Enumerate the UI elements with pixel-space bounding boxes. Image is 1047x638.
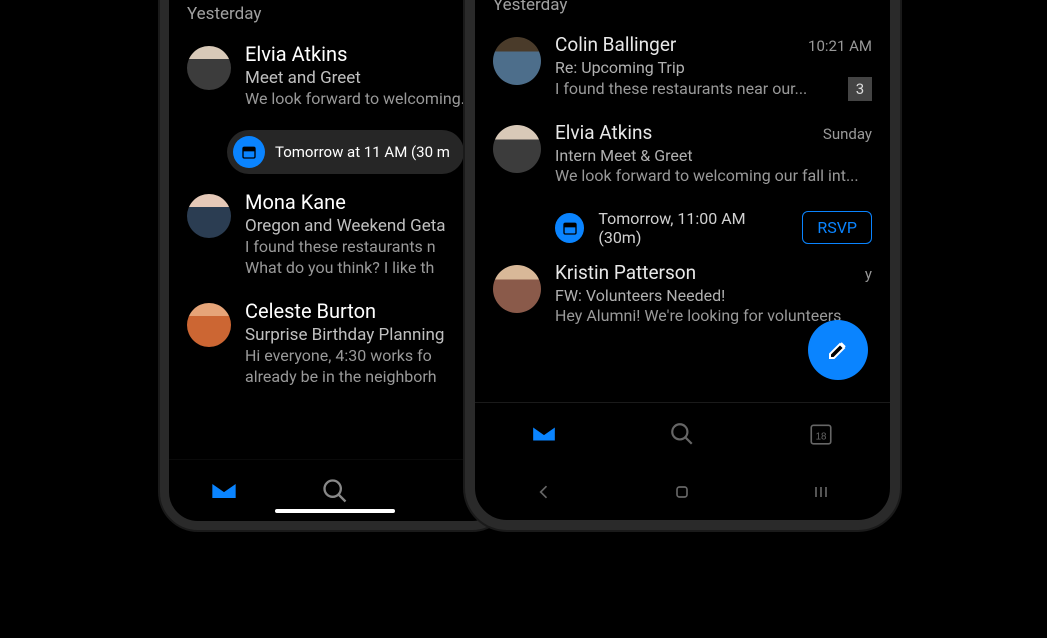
mail-content: Colin Ballinger 10:21 AM Re: Upcoming Tr… <box>555 33 872 101</box>
tab-bar: 18 <box>475 402 890 464</box>
sender-name: Mona Kane <box>245 190 346 214</box>
mail-subject: Meet and Greet <box>245 68 483 88</box>
home-indicator[interactable] <box>275 509 395 513</box>
section-header: Yesterday <box>475 0 890 25</box>
mail-preview: We look forward to welcoming… <box>245 88 483 110</box>
home-button[interactable] <box>662 472 702 512</box>
phone-ios: Yesterday Elvia Atkins Meet and Greet We… <box>160 0 510 530</box>
back-button[interactable] <box>524 472 564 512</box>
tab-search[interactable] <box>315 471 355 511</box>
mail-preview: We look forward to welcoming our fall in… <box>555 165 872 187</box>
mail-preview: What do you think? I like th <box>245 257 483 279</box>
unread-badge: 3 <box>848 77 872 101</box>
mail-subject: Oregon and Weekend Geta <box>245 216 483 236</box>
rsvp-time: Tomorrow at 11 AM (30 m <box>275 143 450 161</box>
sender-name: Elvia Atkins <box>245 42 347 66</box>
mail-preview: I found these restaurants n <box>245 236 483 258</box>
tab-search[interactable] <box>662 414 702 454</box>
avatar <box>493 37 541 85</box>
sender-name: Colin Ballinger <box>555 33 676 56</box>
avatar <box>187 303 231 347</box>
mail-time: y <box>865 265 872 283</box>
mail-content: Mona Kane Oregon and Weekend Geta I foun… <box>245 190 483 279</box>
mail-time: Sunday <box>823 125 872 143</box>
sender-name: Kristin Patterson <box>555 261 696 284</box>
rsvp-chip[interactable]: Tomorrow at 11 AM (30 m <box>227 130 464 174</box>
mail-content: Kristin Patterson y FW: Volunteers Neede… <box>555 261 872 327</box>
svg-text:18: 18 <box>815 431 826 442</box>
mail-subject: Re: Upcoming Trip <box>555 58 872 77</box>
mail-subject: Surprise Birthday Planning <box>245 325 483 345</box>
inbox-list: Yesterday Elvia Atkins Meet and Greet We… <box>169 4 501 459</box>
mail-preview: already be in the neighborh <box>245 366 483 388</box>
rsvp-time: Tomorrow, 11:00 AM (30m) <box>598 209 788 247</box>
android-nav-bar <box>475 464 890 520</box>
mail-item[interactable]: Celeste Burton Surprise Birthday Plannin… <box>169 291 501 400</box>
section-header: Yesterday <box>169 4 501 34</box>
compose-button[interactable] <box>808 320 868 380</box>
mail-item[interactable]: Elvia Atkins Sunday Intern Meet & Greet … <box>475 113 890 199</box>
calendar-icon <box>233 136 265 168</box>
calendar-icon <box>555 213 584 243</box>
avatar <box>187 194 231 238</box>
sender-name: Celeste Burton <box>245 299 376 323</box>
mail-preview: Hi everyone, 4:30 works fo <box>245 345 483 367</box>
mail-content: Elvia Atkins Meet and Greet We look forw… <box>245 42 483 110</box>
avatar <box>493 125 541 173</box>
mail-time: 10:21 AM <box>808 37 872 55</box>
avatar <box>187 46 231 90</box>
rsvp-button[interactable]: RSVP <box>802 211 872 244</box>
rsvp-row: Tomorrow, 11:00 AM (30m) RSVP <box>555 209 872 247</box>
mail-item[interactable]: Colin Ballinger 10:21 AM Re: Upcoming Tr… <box>475 25 890 113</box>
mail-item[interactable]: Mona Kane Oregon and Weekend Geta I foun… <box>169 182 501 291</box>
mail-preview: I found these restaurants near our... <box>555 78 807 100</box>
mail-subject: FW: Volunteers Needed! <box>555 286 872 305</box>
mail-content: Elvia Atkins Sunday Intern Meet & Greet … <box>555 121 872 187</box>
mail-item[interactable]: Elvia Atkins Meet and Greet We look forw… <box>169 34 501 122</box>
tab-mail[interactable] <box>204 471 244 511</box>
mail-content: Celeste Burton Surprise Birthday Plannin… <box>245 299 483 388</box>
recents-button[interactable] <box>801 472 841 512</box>
phone-android: Yesterday Colin Ballinger 10:21 AM Re: U… <box>465 0 900 530</box>
tab-calendar[interactable]: 18 <box>801 414 841 454</box>
mail-subject: Intern Meet & Greet <box>555 146 872 165</box>
sender-name: Elvia Atkins <box>555 121 652 144</box>
avatar <box>493 265 541 313</box>
tab-mail[interactable] <box>524 414 564 454</box>
